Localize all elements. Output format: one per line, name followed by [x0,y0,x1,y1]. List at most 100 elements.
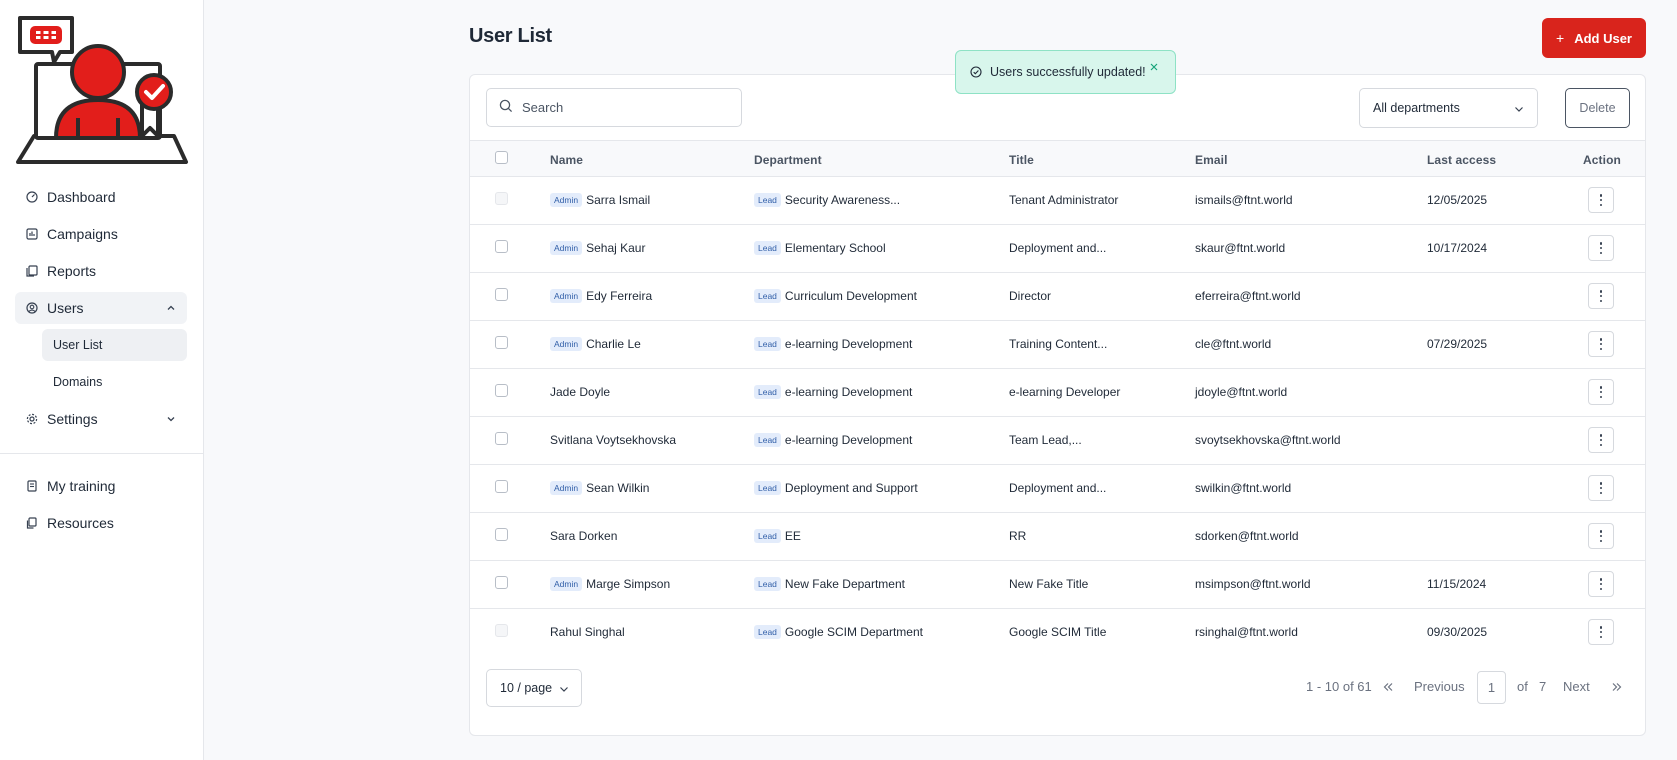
user-training-logo-icon [16,16,188,164]
check-circle-icon [970,66,982,78]
row-actions-button[interactable] [1588,427,1614,453]
app-logo[interactable] [14,14,190,180]
row-checkbox[interactable] [495,240,508,253]
sidebar-divider [0,453,204,454]
gear-icon [25,412,39,426]
sidebar-item-my-training[interactable]: My training [15,470,187,502]
user-name-cell: Jade Doyle [550,385,610,399]
title-cell: Deployment and... [1009,481,1107,495]
row-actions-button[interactable] [1588,331,1614,357]
secondary-nav: My training Resources [15,470,187,544]
user-name-cell: Admin Edy Ferreira [550,289,652,303]
department-name: Deployment and Support [784,481,918,495]
sidebar-item-users[interactable]: Users [15,292,187,324]
add-user-button[interactable]: + Add User [1542,18,1646,58]
files-icon [25,264,39,278]
table-row: Svitlana Voytsekhovska Lead e-learning Dev… [470,417,1645,465]
user-name: Charlie Le [586,337,641,351]
toast-message: Users successfully updated! [990,65,1146,79]
row-checkbox[interactable] [495,336,508,349]
main-nav: Dashboard Campaigns Reports Users User L… [15,181,187,440]
sidebar-subitem-domains[interactable]: Domains [42,366,187,398]
row-actions-button[interactable] [1588,523,1614,549]
total-pages: 7 [1539,679,1547,694]
page-size-select[interactable]: 10 / page [486,669,582,707]
department-filter-select[interactable]: All departments [1359,88,1538,128]
department-name: EE [784,529,801,543]
email-cell: cle@ftnt.world [1195,337,1272,351]
success-toast: Users successfully updated! [955,50,1176,94]
row-checkbox[interactable] [495,432,508,445]
row-checkbox [495,624,508,637]
user-name: Svitlana Voytsekhovska [550,433,677,447]
table-row: Admin Sarra Ismail Lead Security Awareness.… [470,177,1645,225]
title-cell: Google SCIM Title [1009,625,1107,639]
page-title: User List [469,25,552,47]
sidebar-item-settings[interactable]: Settings [15,403,187,435]
more-vertical-icon [1599,578,1603,590]
pagination-of-label: of [1517,679,1528,694]
row-actions-button[interactable] [1588,475,1614,501]
row-checkbox[interactable] [495,480,508,493]
sidebar-item-resources[interactable]: Resources [15,507,187,539]
column-header-name[interactable]: Name [550,153,583,167]
email-cell: sdorken@ftnt.world [1195,529,1299,543]
row-checkbox[interactable] [495,288,508,301]
table-header: Name Department Title Email Last access … [470,140,1645,177]
title-cell: New Fake Title [1009,577,1089,591]
close-icon[interactable] [1149,61,1159,71]
row-actions-button[interactable] [1588,187,1614,213]
table-row: Admin Sean Wilkin Lead Deployment and Suppo… [470,465,1645,513]
row-checkbox[interactable] [495,384,508,397]
user-name: Edy Ferreira [586,289,653,303]
sidebar-item-reports[interactable]: Reports [15,255,187,287]
user-name-cell: Admin Sarra Ismail [550,193,650,207]
user-name: Sarra Ismail [586,193,651,207]
first-page-icon[interactable] [1382,681,1394,693]
email-cell: swilkin@ftnt.world [1195,481,1292,495]
more-vertical-icon [1599,386,1603,398]
current-page-input[interactable]: 1 [1477,671,1506,704]
delete-button[interactable]: Delete [1565,88,1630,128]
department-name: e-learning Development [784,433,913,447]
previous-page-button[interactable]: Previous [1414,679,1465,694]
row-checkbox[interactable] [495,576,508,589]
sidebar-item-dashboard[interactable]: Dashboard [15,181,187,213]
chevron-down-icon [165,412,177,424]
sidebar-item-label: Dashboard [47,189,116,205]
select-all-checkbox[interactable] [495,151,508,164]
department-name: New Fake Department [784,577,905,591]
row-actions-button[interactable] [1588,235,1614,261]
email-cell: skaur@ftnt.world [1195,241,1286,255]
admin-badge: Admin [550,577,583,591]
sidebar-subitem-label: Domains [53,375,103,389]
row-actions-button[interactable] [1588,283,1614,309]
title-cell: RR [1009,529,1027,543]
row-actions-button[interactable] [1588,619,1614,645]
sidebar-item-label: Campaigns [47,226,118,242]
search-box[interactable] [486,88,742,127]
sidebar-item-campaigns[interactable]: Campaigns [15,218,187,250]
table-row: Admin Edy Ferreira Lead Curriculum Developm… [470,273,1645,321]
column-header-email[interactable]: Email [1195,153,1228,167]
search-input[interactable] [522,100,722,115]
department-cell: Lead Elementary School [754,241,886,255]
last-page-icon[interactable] [1611,681,1623,693]
department-cell: Lead e-learning Development [754,337,912,351]
next-page-button[interactable]: Next [1563,679,1590,694]
table-row: Admin Charlie Le Lead e-learning Developmen… [470,321,1645,369]
column-header-department[interactable]: Department [754,153,822,167]
row-actions-button[interactable] [1588,571,1614,597]
row-checkbox[interactable] [495,528,508,541]
sidebar-subitem-user-list[interactable]: User List [42,329,187,361]
department-name: e-learning Development [784,385,913,399]
column-header-last-access[interactable]: Last access [1427,153,1496,167]
sidebar-subitem-label: User List [53,338,103,352]
column-header-title[interactable]: Title [1009,153,1034,167]
row-actions-button[interactable] [1588,379,1614,405]
email-cell: msimpson@ftnt.world [1195,577,1311,591]
department-cell: Lead Deployment and Support [754,481,918,495]
chevron-up-icon [165,301,177,313]
sidebar-item-label: Resources [47,515,114,531]
lead-badge: Lead [754,433,781,447]
